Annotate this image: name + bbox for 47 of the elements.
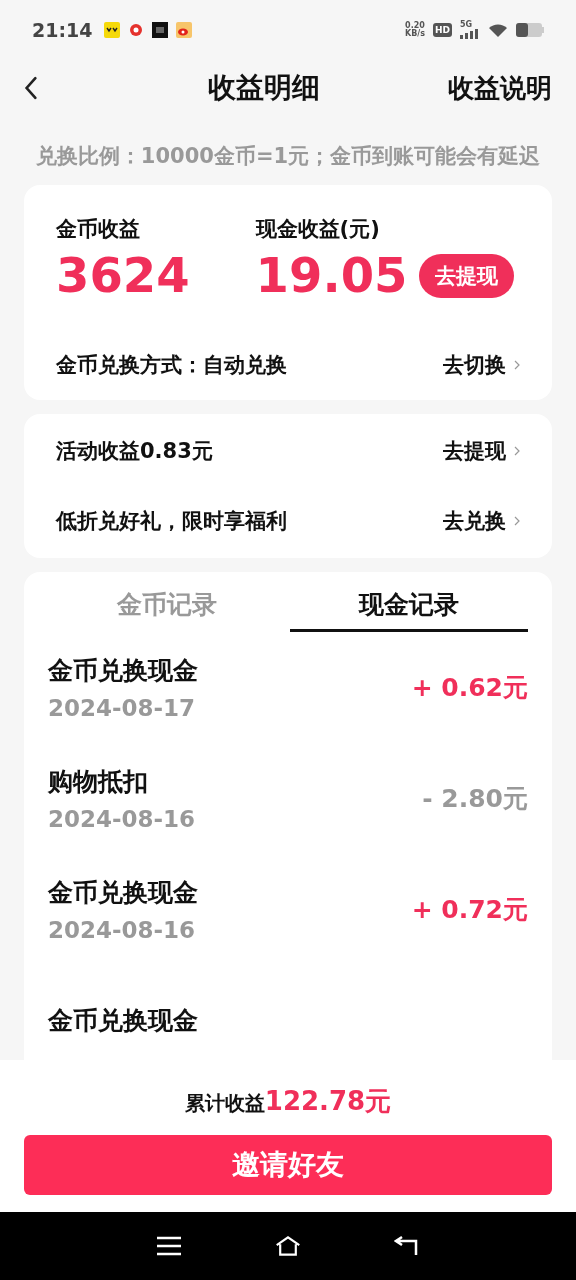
record-title: 金币兑换现金 xyxy=(48,655,198,688)
chevron-icon xyxy=(514,516,520,527)
promo-link[interactable]: 去兑换 xyxy=(443,507,520,536)
record-title: 购物抵扣 xyxy=(48,766,149,799)
promo-label: 低折兑好礼，限时享福利 xyxy=(56,508,287,536)
switch-mode-link[interactable]: 去切换 xyxy=(443,351,520,380)
earnings-info-link[interactable]: 收益说明 xyxy=(448,70,552,106)
promo-label: 活动收益0.83元 xyxy=(56,438,213,466)
app-notification-icon xyxy=(104,22,121,38)
promo-link[interactable]: 去提现 xyxy=(443,437,520,466)
record-amount: - 2.80元 xyxy=(422,783,528,816)
record-amount: + 0.72元 xyxy=(411,894,528,927)
record-date: 2024-08-17 xyxy=(48,695,197,722)
record-date: 2024-08-16 xyxy=(48,917,197,944)
cash-earnings-label: 现金收益(元) xyxy=(255,216,381,244)
signal-icon xyxy=(460,29,480,39)
back-nav-icon[interactable] xyxy=(393,1235,420,1257)
chevron-icon xyxy=(514,360,520,371)
exchange-notice: 兑换比例：10000金币=1元；金币到账可能会有延迟 xyxy=(34,143,542,170)
wifi-icon xyxy=(488,22,508,38)
record-date: 2024-08-16 xyxy=(48,806,196,833)
exchange-mode-label: 金币兑换方式：自动兑换 xyxy=(56,352,287,380)
speed-value: 0.20 xyxy=(405,22,425,30)
network-type: 5G xyxy=(460,21,473,29)
total-earnings-label: 累计收益 xyxy=(184,1091,265,1117)
app-notification-icon xyxy=(176,22,193,38)
hd-badge: HD xyxy=(433,23,452,37)
record-title: 金币兑换现金 xyxy=(48,1005,198,1038)
page-title: 收益明细 xyxy=(208,70,320,106)
home-icon[interactable] xyxy=(275,1235,301,1257)
speed-unit: KB/s xyxy=(405,30,425,38)
chevron-icon xyxy=(514,446,520,457)
invite-friends-button[interactable]: 邀请好友 xyxy=(24,1135,552,1195)
withdraw-button[interactable]: 去提现 xyxy=(419,253,515,298)
status-time: 21:14 xyxy=(32,19,93,41)
record-title: 金币兑换现金 xyxy=(48,877,198,910)
back-icon[interactable] xyxy=(24,76,38,100)
menu-icon[interactable] xyxy=(156,1235,183,1257)
record-amount: + 0.62元 xyxy=(411,672,528,705)
record-tab[interactable]: 现金记录 xyxy=(290,584,528,633)
app-notification-icon xyxy=(128,22,145,38)
cash-earnings-value: 19.05 xyxy=(255,249,408,303)
app-notification-icon xyxy=(152,22,169,38)
total-earnings-value: 122.78元 xyxy=(264,1085,392,1118)
coin-earnings-value: 3624 xyxy=(56,249,190,303)
coin-earnings-label: 金币收益 xyxy=(56,216,141,244)
battery-icon xyxy=(516,23,544,37)
